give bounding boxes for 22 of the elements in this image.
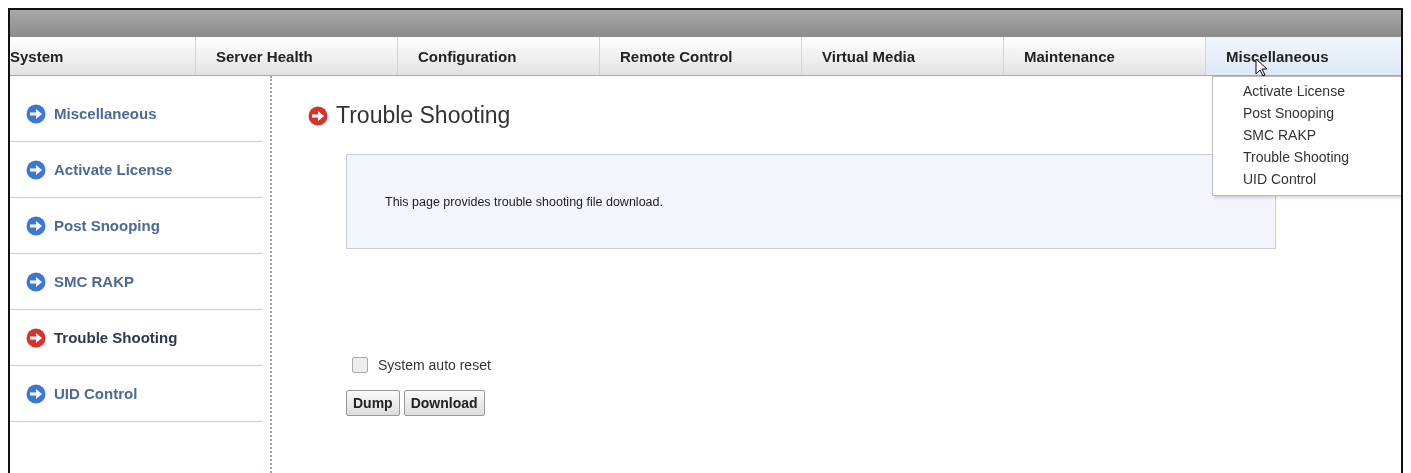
- action-button[interactable]: Dump: [346, 390, 400, 416]
- sidebar-item[interactable]: SMC RAKP: [10, 254, 262, 310]
- sidebar-item[interactable]: Miscellaneous: [10, 86, 262, 142]
- page-title: Trouble Shooting: [336, 102, 511, 129]
- checkbox-label: System auto reset: [378, 357, 491, 373]
- action-button[interactable]: Download: [403, 390, 485, 416]
- menu-item[interactable]: Activate License: [1213, 80, 1401, 102]
- menu-item[interactable]: UID Control: [1213, 168, 1401, 190]
- nav-tab[interactable]: Server Health: [195, 37, 397, 75]
- menu-item[interactable]: Trouble Shooting: [1213, 146, 1401, 168]
- nav-tab[interactable]: Virtual Media: [801, 37, 1003, 75]
- sidebar-item[interactable]: UID Control: [10, 366, 262, 422]
- sidebar-item[interactable]: Post Snooping: [10, 198, 262, 254]
- menu-item[interactable]: SMC RAKP: [1213, 124, 1401, 146]
- checkbox[interactable]: [352, 357, 368, 373]
- sidebar-item[interactable]: Activate License: [10, 142, 262, 198]
- nav-tab[interactable]: Remote Control: [599, 37, 801, 75]
- nav-tab[interactable]: Configuration: [397, 37, 599, 75]
- sidebar-item[interactable]: Trouble Shooting: [10, 310, 262, 366]
- nav-tab[interactable]: Maintenance: [1003, 37, 1205, 75]
- nav-tab[interactable]: Miscellaneous: [1205, 37, 1401, 75]
- menu-item[interactable]: Post Snooping: [1213, 102, 1401, 124]
